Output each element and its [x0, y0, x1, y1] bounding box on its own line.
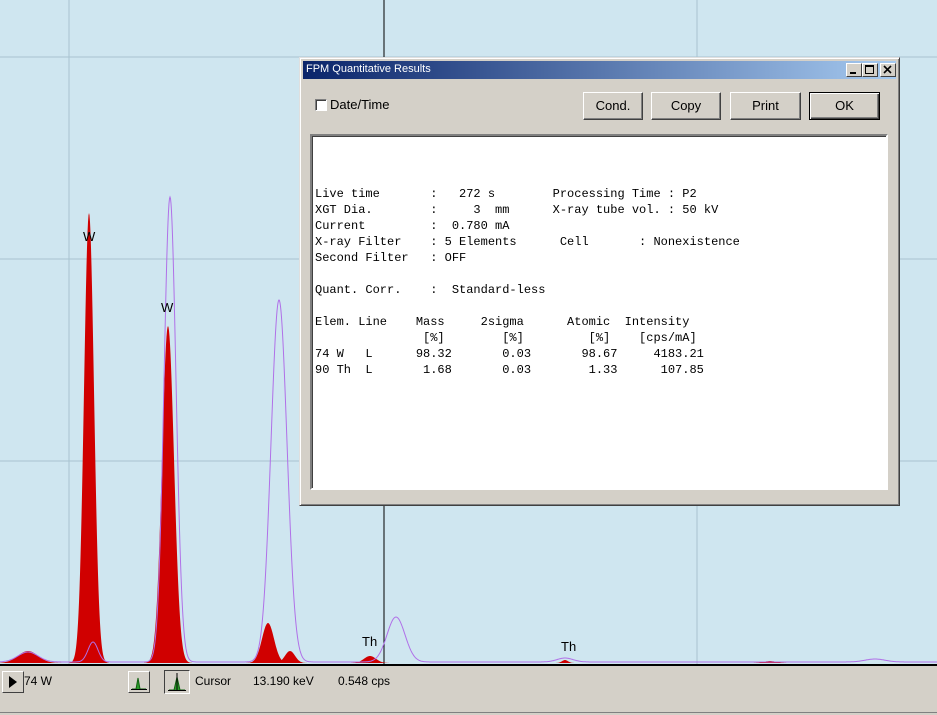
play-arrow-icon: [9, 676, 17, 688]
cursor-energy: 13.190 keV: [253, 674, 314, 688]
current-element: 74 W: [24, 674, 53, 688]
maximize-button[interactable]: [862, 63, 878, 77]
cursor-spectrum-icon: [168, 673, 186, 691]
minimize-button[interactable]: [846, 63, 862, 77]
ok-button[interactable]: OK: [809, 92, 880, 120]
status-bar-divider: [0, 712, 937, 713]
results-report: Live time : 272 s Processing Time : P2 X…: [315, 187, 740, 377]
peak-label-th-2: Th: [561, 639, 577, 654]
fpm-results-dialog: FPM Quantitative Results Date/Time Cond.…: [299, 57, 900, 506]
spectrum-peak-icon: [131, 677, 147, 690]
play-button[interactable]: [2, 671, 24, 693]
measured-peak-7: [553, 660, 577, 663]
peak-label-w-1: W: [83, 229, 96, 244]
close-button[interactable]: [880, 63, 896, 77]
dialog-title-bar[interactable]: FPM Quantitative Results: [303, 61, 896, 79]
peak-label-w-2: W: [161, 300, 174, 315]
status-bar: 74 W Cursor 13.190 keV 0.548 cps: [0, 664, 937, 715]
dialog-title: FPM Quantitative Results: [306, 63, 431, 75]
date-time-label[interactable]: Date/Time: [330, 97, 389, 112]
measured-peak-1: [0, 651, 68, 663]
measured-peak-3: [144, 326, 192, 663]
results-text-area[interactable]: Live time : 272 s Processing Time : P2 X…: [310, 134, 888, 490]
date-time-checkbox[interactable]: [315, 99, 327, 111]
maximize-icon: [865, 65, 874, 74]
close-icon: [883, 65, 892, 74]
cursor-count-rate: 0.548 cps: [338, 674, 391, 688]
cursor-mode-button[interactable]: [164, 670, 190, 694]
print-button[interactable]: Print: [730, 92, 801, 120]
cursor-label: Cursor: [195, 674, 232, 688]
copy-button[interactable]: Copy: [651, 92, 721, 120]
peak-label-th-1: Th: [362, 634, 378, 649]
cond-button[interactable]: Cond.: [583, 92, 643, 120]
peak-view-button[interactable]: [128, 671, 150, 693]
minimize-icon: [850, 72, 856, 74]
measured-peak-2: [69, 213, 109, 663]
